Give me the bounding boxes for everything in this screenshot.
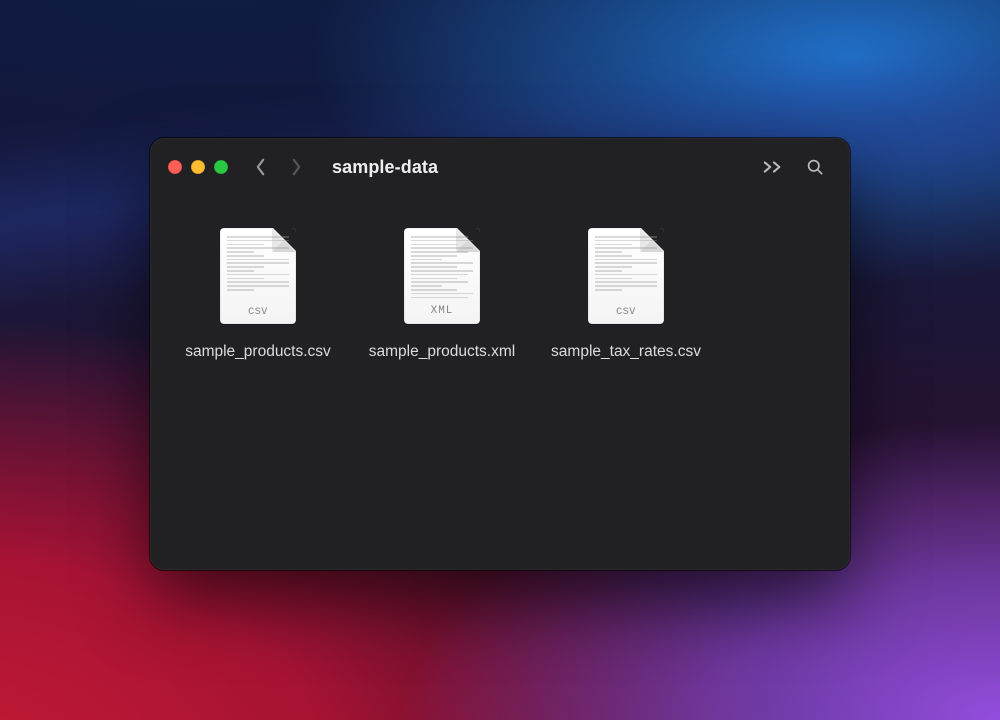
file-type-badge: XML bbox=[404, 305, 480, 317]
file-icon: csv bbox=[580, 226, 672, 326]
file-item[interactable]: csv sample_tax_rates.csv bbox=[536, 226, 716, 363]
file-item[interactable]: csv sample_products.csv bbox=[168, 226, 348, 363]
nav-back-button[interactable] bbox=[246, 151, 274, 183]
file-type-badge: csv bbox=[588, 303, 664, 317]
nav-forward-button[interactable] bbox=[282, 151, 310, 183]
file-type-badge: csv bbox=[220, 303, 296, 317]
window-title: sample-data bbox=[332, 157, 438, 178]
file-icon-grid: csv sample_products.csv XML sample_produ… bbox=[150, 196, 850, 381]
window-titlebar[interactable]: sample-data bbox=[150, 138, 850, 196]
minimize-window-button[interactable] bbox=[191, 160, 205, 174]
file-name-label: sample_products.csv bbox=[185, 342, 331, 363]
window-controls bbox=[168, 160, 228, 174]
document-icon: csv bbox=[588, 228, 664, 324]
search-icon bbox=[805, 157, 825, 177]
close-window-button[interactable] bbox=[168, 160, 182, 174]
file-item[interactable]: XML sample_products.xml bbox=[352, 226, 532, 363]
file-icon: csv bbox=[212, 226, 304, 326]
document-icon: XML bbox=[404, 228, 480, 324]
file-name-label: sample_tax_rates.csv bbox=[551, 342, 701, 363]
finder-window: sample-data csv sample_products.csv bbox=[150, 138, 850, 570]
file-name-label: sample_products.xml bbox=[369, 342, 515, 363]
zoom-window-button[interactable] bbox=[214, 160, 228, 174]
chevron-right-icon bbox=[291, 158, 302, 176]
chevron-left-icon bbox=[255, 158, 266, 176]
chevron-double-right-icon bbox=[762, 160, 784, 174]
search-button[interactable] bbox=[798, 151, 832, 183]
toolbar-overflow-button[interactable] bbox=[756, 151, 790, 183]
document-icon: csv bbox=[220, 228, 296, 324]
file-icon: XML bbox=[396, 226, 488, 326]
